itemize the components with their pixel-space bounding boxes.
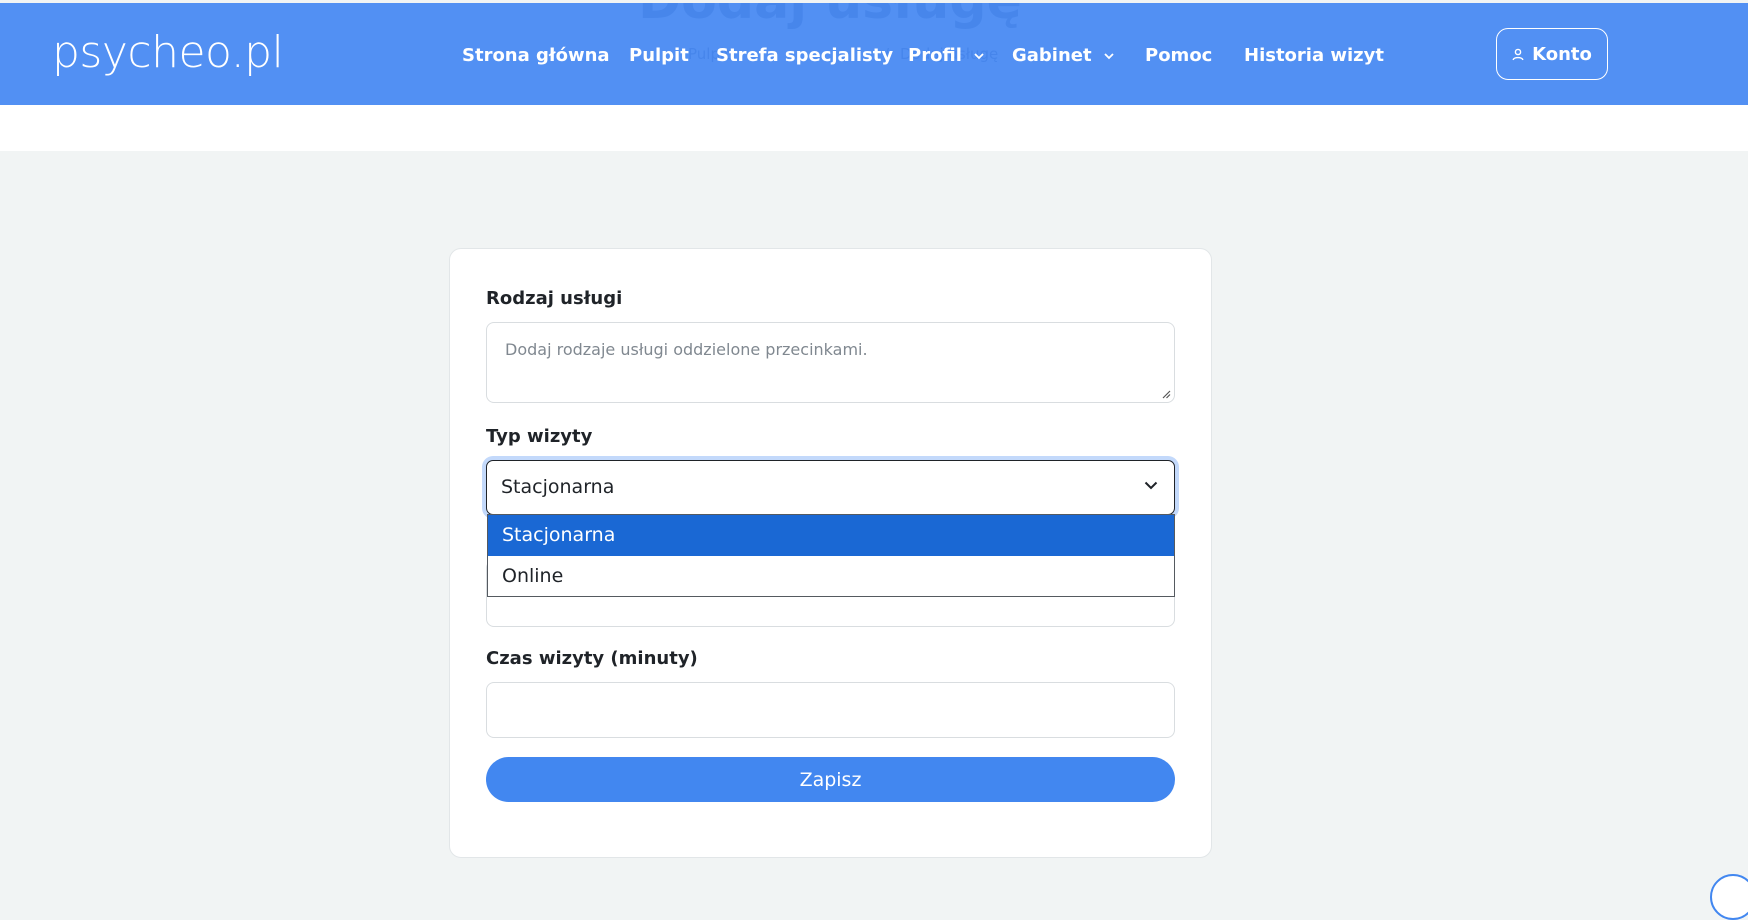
option-online[interactable]: Online (488, 556, 1174, 597)
service-type-textarea[interactable]: Dodaj rodzaje usługi oddzielone przecink… (486, 322, 1175, 403)
visit-type-value: Stacjonarna (501, 476, 615, 498)
visit-type-label: Typ wizyty (486, 426, 593, 447)
nav-strefa-specjalisty[interactable]: Strefa specjalisty (716, 45, 893, 67)
page-banner (0, 105, 1748, 151)
option-stacjonarna[interactable]: Stacjonarna (488, 515, 1174, 556)
nav-profil[interactable]: Profil (908, 45, 984, 67)
nav-gabinet[interactable]: Gabinet (1012, 45, 1114, 67)
visit-type-select[interactable]: Stacjonarna (486, 460, 1175, 515)
nav-strona-glowna[interactable]: Strona główna (462, 45, 610, 67)
scroll-to-top-button[interactable] (1710, 874, 1748, 920)
user-icon (1512, 48, 1524, 60)
service-type-label: Rodzaj usługi (486, 288, 623, 309)
nav-pulpit[interactable]: Pulpit (629, 45, 689, 67)
duration-label: Czas wizyty (minuty) (486, 648, 698, 669)
nav-gabinet-label: Gabinet (1012, 45, 1092, 66)
nav-pomoc[interactable]: Pomoc (1145, 45, 1212, 67)
chevron-down-icon (1104, 52, 1114, 59)
account-button[interactable]: Konto (1496, 28, 1608, 80)
logo[interactable]: psycheo.pl (52, 25, 284, 81)
duration-input[interactable] (486, 682, 1175, 738)
resize-handle-icon[interactable] (1161, 389, 1171, 399)
service-type-placeholder: Dodaj rodzaje usługi oddzielone przecink… (505, 340, 868, 359)
chevron-down-icon (1144, 481, 1158, 490)
save-button[interactable]: Zapisz (486, 757, 1175, 802)
chevron-down-icon (974, 52, 984, 59)
account-label: Konto (1532, 43, 1592, 65)
visit-type-dropdown: Stacjonarna Online (487, 514, 1175, 597)
nav-historia-wizyt[interactable]: Historia wizyt (1244, 45, 1384, 67)
nav-profil-label: Profil (908, 45, 962, 66)
site-header: Dodaj usługę Pulpit / Dodaj usługę psych… (0, 3, 1748, 105)
page-title: Dodaj usługę (638, 3, 1022, 31)
